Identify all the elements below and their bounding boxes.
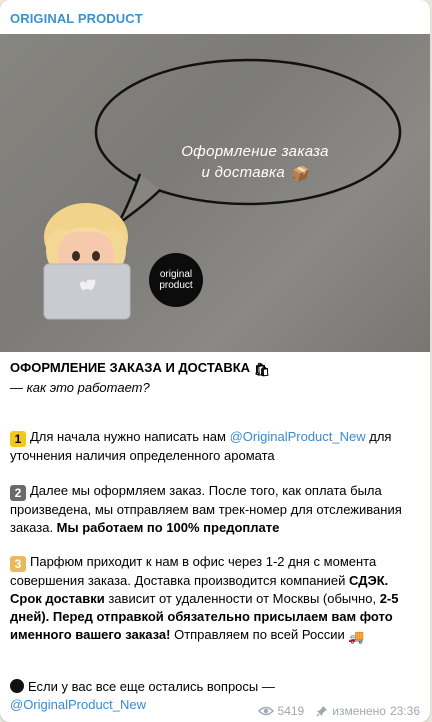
laptop [44, 264, 130, 319]
photo-illustration [43, 58, 402, 320]
step-2-bold: Мы работаем по 100% предоплате [56, 520, 280, 535]
bags-icon: 🛍 [253, 362, 271, 377]
channel-name[interactable]: ORIGINAL PRODUCT [10, 11, 143, 26]
post-photo[interactable]: Оформление заказа и доставка 📦 original … [0, 34, 430, 352]
photo-caption-line2-row: и доставка 📦 [160, 162, 350, 185]
step-2: 2 Далее мы оформляем заказ. После того, к… [10, 482, 422, 537]
eye-icon [257, 706, 274, 716]
step-1-text-a: Для начала нужно написать нам [30, 429, 230, 444]
truck-icon: 🚚 [348, 629, 365, 644]
post-subtitle: — как это работает? [10, 380, 150, 395]
questions-text: Если у вас все еще остались вопросы — [28, 679, 275, 694]
step-3: 3 Парфюм приходит к нам в офис через 1-2 … [10, 553, 422, 646]
black-circle-icon [10, 679, 24, 693]
step-3-text-c: Отправляем по всей России [170, 627, 345, 642]
logo-line1: original [159, 269, 193, 280]
message-bubble: ORIGINAL PRODUCT Оформление заказа и дос… [0, 0, 430, 722]
message-time: 23:36 [389, 704, 420, 718]
post-title: ОФОРМЛЕНИЕ ЗАКАЗА И ДОСТАВКА [10, 360, 251, 375]
step-3-text-a: Парфюм приходит к нам в офис через 1-2 д… [10, 554, 377, 588]
photo-caption: Оформление заказа и доставка 📦 [160, 141, 350, 185]
step-3-bold-b: Срок доставки [10, 591, 105, 606]
pin-icon [316, 706, 328, 717]
logo-line2: product [159, 280, 193, 291]
step-1: 1 Для начала нужно написать нам @Original… [10, 428, 422, 465]
post-text: ОФОРМЛЕНИЕ ЗАКАЗА И ДОСТАВКА 🛍 — как это… [10, 356, 422, 712]
photo-caption-line2: и доставка [201, 164, 286, 181]
questions-link[interactable]: @OriginalProduct_New [10, 697, 146, 712]
brand-logo: original product [149, 253, 203, 307]
message-meta: 5419 изменено 23:36 [257, 704, 420, 718]
contact-link[interactable]: @OriginalProduct_New [230, 429, 366, 444]
view-count: 5419 [277, 704, 305, 718]
keycap-3-icon: 3 [10, 556, 26, 572]
package-icon: 📦 [289, 166, 309, 183]
questions: Если у вас все еще остались вопросы — @O… [10, 678, 275, 714]
step-3-text-b: зависит от удаленности от Москвы (обычно… [104, 591, 380, 606]
step-3-bold-a: СДЭК. [349, 573, 389, 588]
keycap-2-icon: 2 [10, 485, 26, 501]
photo-caption-line1: Оформление заказа [181, 143, 329, 160]
keycap-1-icon: 1 [10, 431, 26, 447]
post-title-row: ОФОРМЛЕНИЕ ЗАКАЗА И ДОСТАВКА 🛍 [10, 359, 422, 379]
edited-label: изменено [332, 704, 386, 718]
speech-bubble-tail [116, 173, 161, 226]
